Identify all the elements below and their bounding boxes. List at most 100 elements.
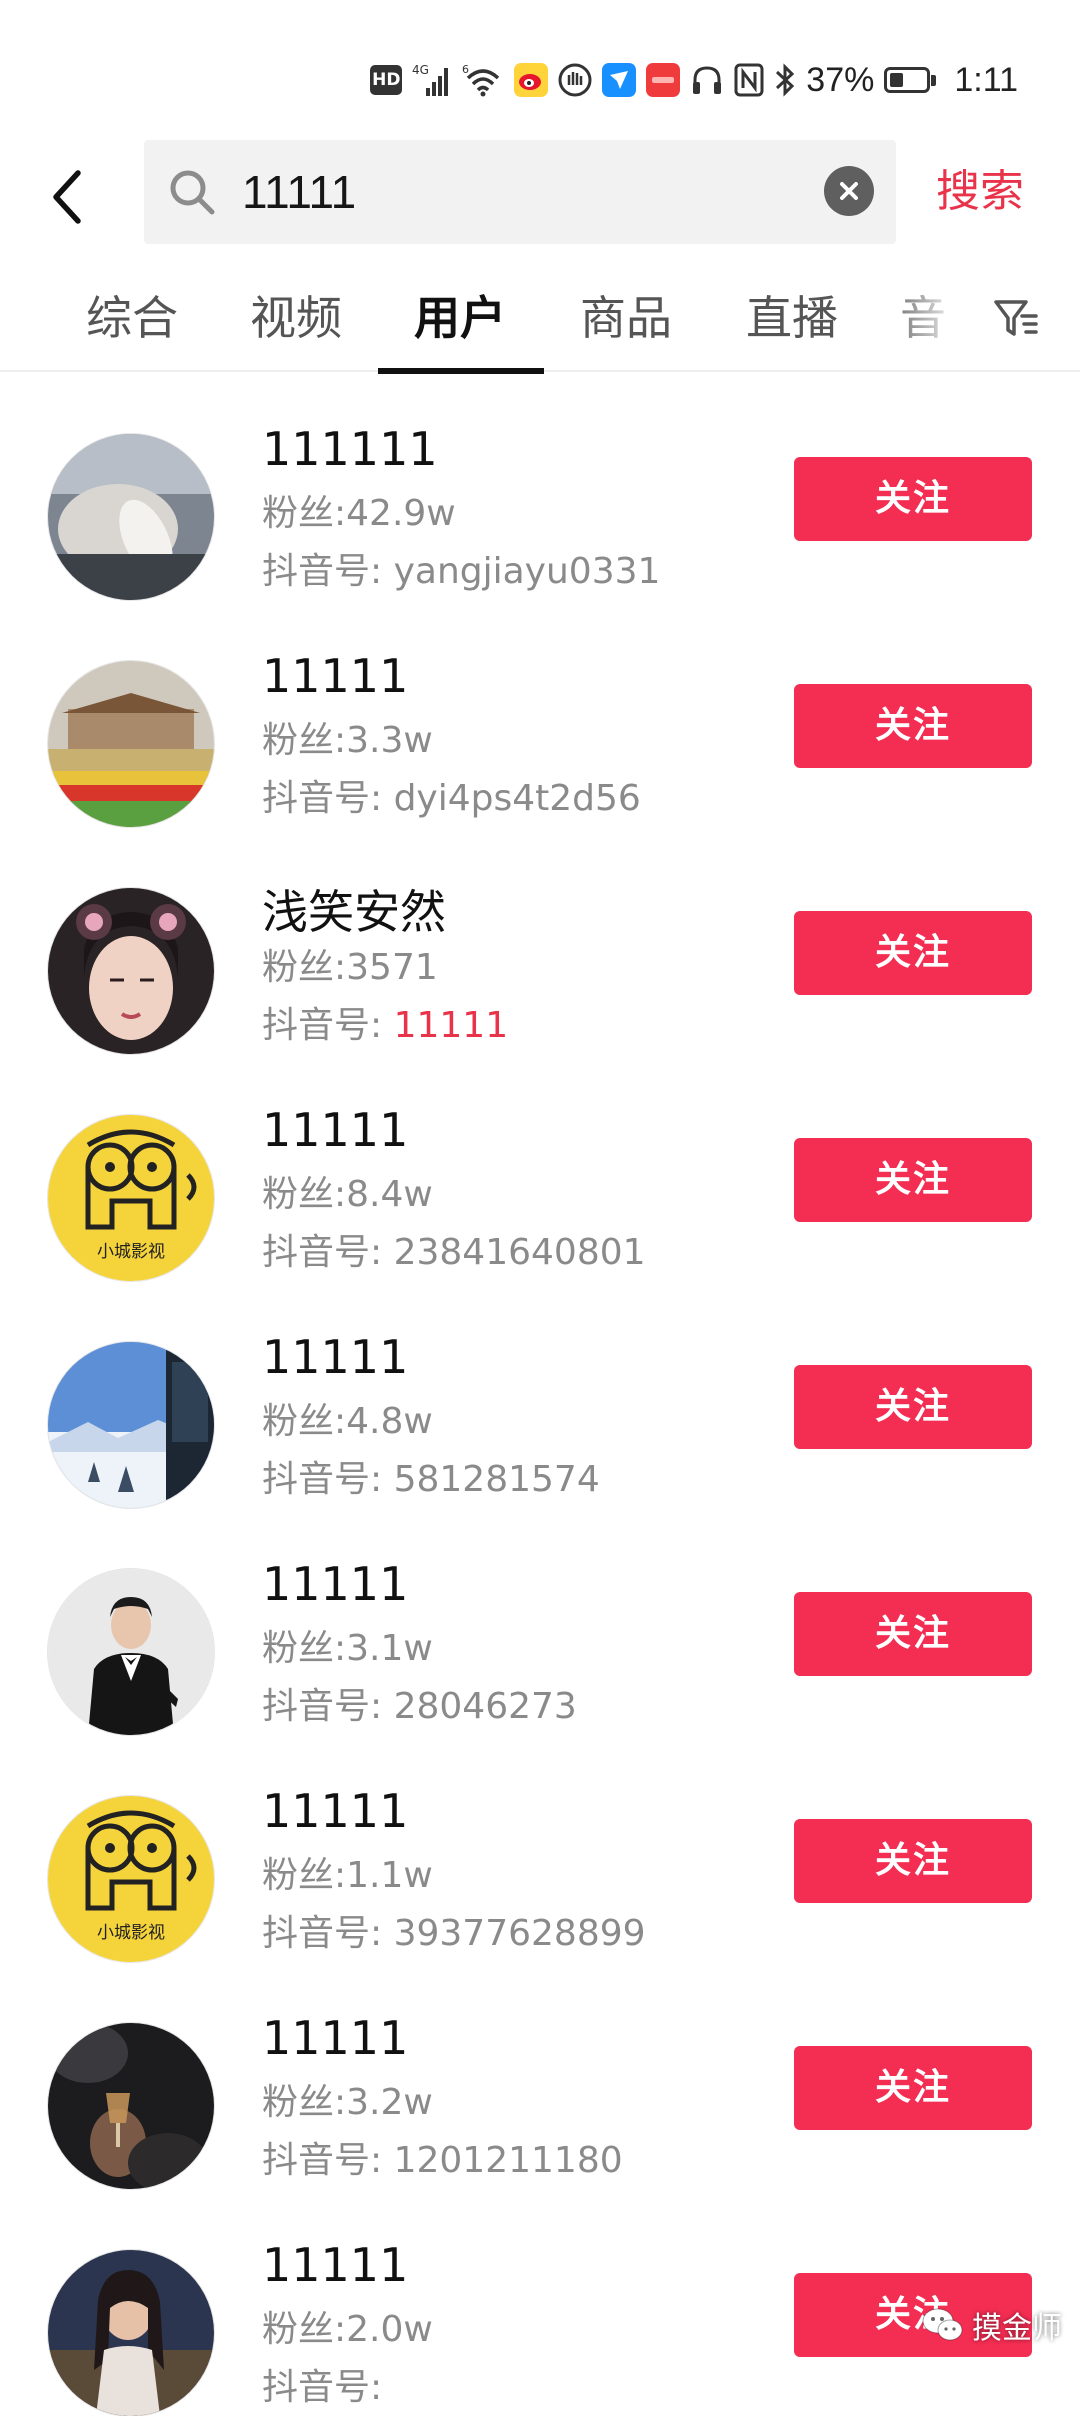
user-id-value: yangjiayu0331 [393,551,661,592]
avatar[interactable]: 小城影视 [48,1796,214,1962]
user-name[interactable]: 11111 [262,649,408,703]
user-fans-count: 粉丝:42.9w [262,493,456,534]
user-fans-count: 粉丝:4.8w [262,1401,433,1442]
status-icons: HD 4G 6 37% 1:11 [370,52,1018,108]
watermark-text: 摸金师 [972,2311,1062,2346]
follow-button[interactable]: 关注 [794,911,1032,995]
user-fans-count: 粉丝:3571 [262,947,438,988]
avatar[interactable] [48,1342,214,1508]
hand-app-icon [558,60,592,100]
follow-button[interactable]: 关注 [794,684,1032,768]
avatar-caption: 小城影视 [97,1242,165,1262]
avatar[interactable] [48,661,214,827]
tab-comprehensive[interactable]: 综合 [62,270,202,366]
status-bar: HD 4G 6 37% 1:11 [0,0,1080,150]
user-row[interactable]: 小城影视 11111 粉丝:1.1w 抖音号: 39377628899 关注 [0,1734,1080,1962]
avatar[interactable]: 小城影视 [48,1115,214,1281]
follow-button[interactable]: 关注 [794,1819,1032,1903]
user-row[interactable]: 111111 粉丝:42.9w 抖音号: yangjiayu0331 关注 [0,372,1080,600]
signal-4g-icon: 4G [412,60,452,100]
tab-overflow-fade [880,270,990,366]
blue-app-icon [602,60,637,100]
category-tabs: 综合 视频 用户 商品 直播 音 [0,270,1080,374]
avatar[interactable] [48,2250,214,2416]
avatar-caption: 小城影视 [97,1923,165,1943]
user-fans-count: 粉丝:1.1w [262,1855,433,1896]
user-row[interactable]: 小城影视 11111 粉丝:8.4w 抖音号: 23841640801 关注 [0,1053,1080,1281]
user-results-list: 111111 粉丝:42.9w 抖音号: yangjiayu0331 关注 11… [0,372,1080,2416]
user-row[interactable]: 11111 粉丝:2.0w 抖音号: 关注 [0,2188,1080,2416]
user-id-value: 581281574 [393,1459,600,1500]
search-query[interactable]: 11111 [242,140,356,244]
user-row[interactable]: 11111 粉丝:3.3w 抖音号: dyi4ps4t2d56 关注 [0,599,1080,827]
search-submit-button[interactable]: 搜索 [936,140,1024,244]
user-id-prefix: 抖音号: [262,778,394,819]
user-fans-count: 粉丝:3.3w [262,720,433,761]
user-fans-count: 粉丝:8.4w [262,1174,433,1215]
user-douyin-id: 抖音号: 1201211180 [262,2131,623,2183]
user-douyin-id: 抖音号: yangjiayu0331 [262,542,660,594]
hd-icon: HD [370,65,403,95]
bluetooth-icon [774,60,796,100]
headphones-icon [690,60,724,100]
user-id-prefix: 抖音号: [262,1005,394,1046]
user-name[interactable]: 11111 [262,2011,408,2065]
user-douyin-id: 抖音号: 39377628899 [262,1904,646,1956]
search-input[interactable]: 11111 [144,140,896,244]
user-name[interactable]: 11111 [262,2238,408,2292]
user-id-prefix: 抖音号: [262,2140,394,2181]
user-id-prefix: 抖音号: [262,1913,394,1954]
user-fans-count: 粉丝:3.2w [262,2082,433,2123]
user-id-value: 23841640801 [393,1232,646,1273]
user-row[interactable]: 11111 粉丝:3.2w 抖音号: 1201211180 关注 [0,1961,1080,2189]
user-id-value: 28046273 [393,1686,577,1727]
user-douyin-id: 抖音号: 28046273 [262,1677,577,1729]
avatar[interactable] [48,434,214,600]
user-fans-count: 粉丝:2.0w [262,2309,433,2350]
user-name[interactable]: 11111 [262,1330,408,1384]
user-name[interactable]: 11111 [262,1784,408,1838]
close-icon [840,182,858,200]
nfc-icon [734,60,764,100]
back-button[interactable] [38,162,98,232]
user-row[interactable]: 浅笑安然 粉丝:3571 抖音号: 11111 关注 [0,826,1080,1054]
tab-users[interactable]: 用户 [390,270,530,366]
network-type-label: 4G [412,63,429,77]
user-id-prefix: 抖音号: [262,551,394,592]
chevron-left-icon [53,170,81,224]
follow-button[interactable]: 关注 [794,1138,1032,1222]
avatar[interactable] [48,2023,214,2189]
tab-live[interactable]: 直播 [722,270,862,366]
red-app-icon [646,60,681,100]
battery-percent: 37% [806,60,875,99]
sim2-label: 6 [462,63,469,76]
user-name[interactable]: 11111 [262,1557,408,1611]
follow-button[interactable]: 关注 [794,1592,1032,1676]
user-fans-count: 粉丝:3.1w [262,1628,433,1669]
tab-products[interactable]: 商品 [556,270,696,366]
follow-button[interactable]: 关注 [794,2046,1032,2130]
user-id-prefix: 抖音号: [262,1459,394,1500]
user-row[interactable]: 11111 粉丝:3.1w 抖音号: 28046273 关注 [0,1507,1080,1735]
follow-button[interactable]: 关注 [794,457,1032,541]
user-row[interactable]: 11111 粉丝:4.8w 抖音号: 581281574 关注 [0,1280,1080,1508]
avatar[interactable] [48,1569,214,1735]
search-header: 11111 搜索 [0,140,1080,255]
user-douyin-id: 抖音号: 581281574 [262,1450,600,1502]
watermark: 摸金师 [922,2300,1062,2350]
clear-search-button[interactable] [824,166,874,216]
user-name[interactable]: 浅笑安然 [262,876,446,942]
follow-button[interactable]: 关注 [794,1365,1032,1449]
weibo-icon [514,60,549,100]
avatar[interactable] [48,888,214,1054]
user-douyin-id: 抖音号: dyi4ps4t2d56 [262,769,641,821]
user-name[interactable]: 111111 [262,422,438,476]
user-name[interactable]: 11111 [262,1103,408,1157]
user-id-prefix: 抖音号: [262,1232,394,1273]
user-id-prefix: 抖音号: [262,2367,383,2408]
wifi-icon: 6 [462,60,504,100]
tab-videos[interactable]: 视频 [226,270,366,366]
user-id-value-highlighted: 11111 [393,1005,509,1046]
wechat-icon [922,2308,963,2341]
filter-icon[interactable] [992,294,1042,344]
